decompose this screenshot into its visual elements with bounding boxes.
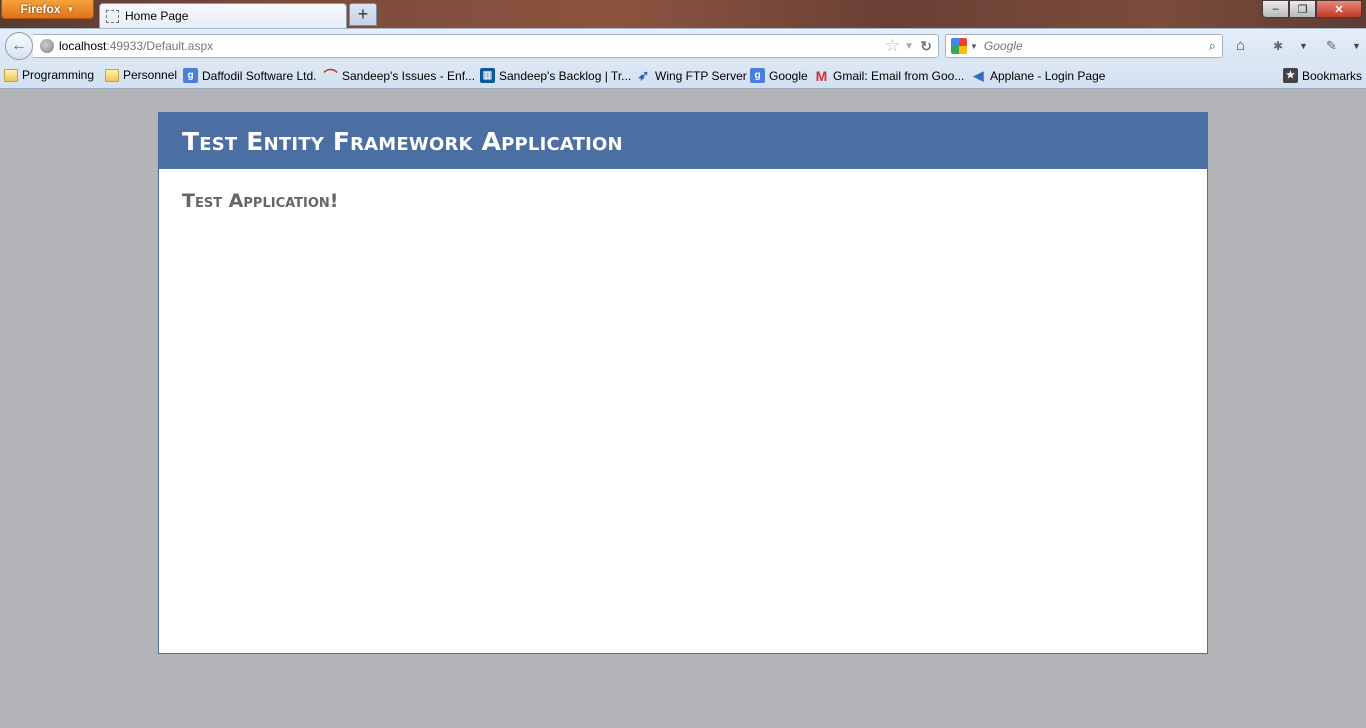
wing-icon: ➶ (637, 67, 650, 83)
chevron-down-icon[interactable]: ▼ (1299, 41, 1308, 51)
page-subtitle: Test Application! (182, 190, 339, 212)
folder-icon (105, 68, 119, 82)
bookmark-label: Daffodil Software Ltd. (202, 68, 317, 83)
bookmark-label: Sandeep's Backlog | Tr... (499, 68, 632, 83)
search-bar: ▼ ⌕ (945, 34, 1223, 58)
google-icon: g (750, 68, 765, 83)
globe-icon (40, 39, 54, 53)
bookmarks-menu-label: Bookmarks (1302, 68, 1363, 83)
page-icon (106, 9, 119, 23)
bookmark-label: Personnel (123, 68, 178, 82)
issues-icon: ⌒ (323, 67, 338, 84)
bookmark-label: Programming (22, 68, 95, 82)
chevron-down-icon: ▼ (66, 4, 75, 14)
google-search-engine-icon[interactable] (951, 38, 967, 54)
page-container: Test Entity Framework Application Test A… (158, 112, 1208, 654)
bookmarks-toolbar: Programming Personnel g Daffodil Softwar… (0, 62, 1366, 89)
url-text[interactable]: localhost:49933/Default.aspx (59, 39, 213, 53)
url-path: :49933/Default.aspx (106, 39, 214, 53)
firefox-menu-button[interactable]: Firefox ▼ (1, 0, 94, 19)
google-icon: g (183, 68, 198, 83)
restore-button[interactable]: ❐ (1289, 0, 1316, 18)
tab-label: Home Page (125, 9, 189, 23)
search-input[interactable] (983, 39, 1204, 53)
tab-home-page[interactable]: Home Page (99, 3, 347, 28)
bookmark-wing-ftp[interactable]: ➶ Wing FTP Server (636, 67, 747, 83)
navigation-bar: ← localhost:49933/Default.aspx ☆ ▼ ↻ ▼ ⌕… (0, 28, 1366, 62)
page-title: Test Entity Framework Application (182, 126, 623, 156)
bookmark-label: Sandeep's Issues - Enf... (342, 68, 476, 83)
history-dropdown-icon[interactable]: ▼ (904, 41, 914, 52)
url-host: localhost (59, 39, 107, 53)
back-arrow-icon: ← (11, 37, 27, 54)
chevron-down-icon[interactable]: ▼ (970, 42, 978, 51)
new-tab-button[interactable]: + (349, 3, 377, 26)
bookmark-applane[interactable]: ◀ Applane - Login Page (971, 67, 1106, 83)
bookmark-google[interactable]: g Google (750, 68, 808, 83)
bookmark-sandeeps-issues[interactable]: ⌒ Sandeep's Issues - Enf... (323, 67, 476, 84)
bookmark-label: Applane - Login Page (990, 68, 1106, 83)
bookmark-label: Gmail: Email from Goo... (833, 68, 965, 83)
minimize-button[interactable]: – (1262, 0, 1289, 18)
star-icon: ★ (1283, 68, 1298, 83)
folder-icon (4, 68, 18, 82)
bookmark-label: Wing FTP Server (655, 68, 747, 83)
chevron-down-icon[interactable]: ▼ (1352, 41, 1361, 51)
eyedropper-icon[interactable]: ✎ (1326, 38, 1337, 54)
page-header: Test Entity Framework Application (159, 113, 1207, 169)
firefox-menu-label: Firefox (20, 2, 61, 16)
bookmark-personnel[interactable]: Personnel (105, 68, 177, 82)
search-icon[interactable]: ⌕ (1209, 38, 1216, 54)
bookmark-star-icon[interactable]: ☆ (885, 36, 900, 56)
url-bar[interactable]: localhost:49933/Default.aspx ☆ ▼ ↻ (33, 34, 939, 58)
reload-icon[interactable]: ↻ (920, 38, 932, 55)
addon-icon[interactable]: ✱ (1273, 39, 1283, 53)
bookmark-programming[interactable]: Programming (4, 68, 94, 82)
close-button[interactable]: ✕ (1316, 0, 1362, 18)
bookmark-label: Google (769, 68, 808, 83)
window-controls: – ❐ ✕ (1262, 0, 1362, 18)
back-button[interactable]: ← (5, 32, 33, 60)
home-icon[interactable]: ⌂ (1236, 37, 1245, 54)
applane-icon: ◀ (973, 67, 984, 83)
plus-icon: + (357, 4, 369, 24)
gmail-icon: M (815, 67, 828, 84)
bookmark-gmail[interactable]: M Gmail: Email from Goo... (814, 67, 965, 84)
trello-icon: ▥ (480, 68, 495, 83)
bookmark-sandeeps-backlog[interactable]: ▥ Sandeep's Backlog | Tr... (480, 68, 631, 83)
bookmark-daffodil[interactable]: g Daffodil Software Ltd. (183, 68, 317, 83)
window-title-bar: Firefox ▼ Home Page + – ❐ ✕ (0, 0, 1366, 28)
bookmarks-menu-button[interactable]: ★ Bookmarks (1283, 68, 1362, 83)
